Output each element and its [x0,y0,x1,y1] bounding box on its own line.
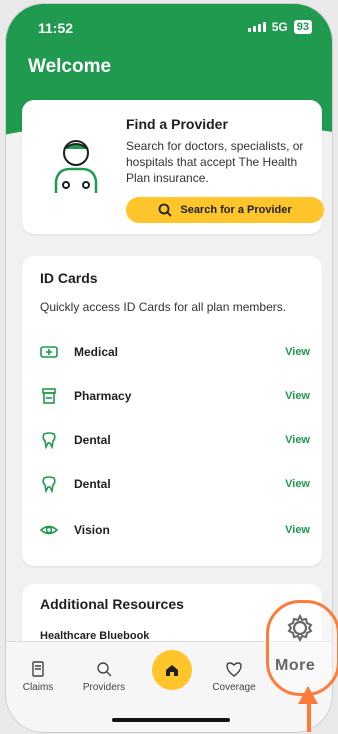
row-label: Vision [74,523,110,537]
id-cards-description: Quickly access ID Cards for all plan mem… [40,300,287,314]
status-bar: 11:52 5G 93 [28,14,312,36]
tooth-icon [42,476,56,493]
nav-label: Providers [82,682,126,693]
row-label: Dental [74,433,111,447]
id-card-row-dental-2[interactable]: Dental View [22,462,322,506]
battery-icon: 93 [293,20,312,34]
network-label: 5G [271,20,288,34]
view-link[interactable]: View [285,346,310,358]
nav-label: More [275,657,316,674]
nav-label: Claims [22,682,54,693]
find-provider-card: Find a Provider Search for doctors, spec… [22,100,324,234]
search-icon [158,203,172,217]
nav-coverage[interactable]: Coverage [208,660,260,693]
row-label: Dental [74,477,111,491]
heart-shield-icon [226,662,242,677]
view-link[interactable]: View [285,478,310,490]
page-title: Welcome [28,56,112,77]
claims-icon [32,661,44,677]
row-label: Medical [74,345,119,359]
status-right: 5G 93 [247,20,312,34]
tooth-icon [42,432,56,449]
view-link[interactable]: View [285,390,310,402]
resources-title: Additional Resources [40,596,184,612]
nav-providers[interactable]: Providers [78,660,130,693]
home-icon [166,665,178,676]
pharmacy-icon [42,388,56,404]
eye-icon [40,525,58,535]
nav-claims[interactable]: Claims [12,660,64,693]
id-card-row-pharmacy[interactable]: Pharmacy View [22,374,322,418]
signal-icon [247,22,266,32]
view-link[interactable]: View [285,524,310,536]
status-time: 11:52 [38,20,74,36]
provider-description: Search for doctors, specialists, or hosp… [126,139,304,185]
search-provider-label: Search for a Provider [180,204,292,216]
home-indicator [112,718,230,722]
nav-home[interactable] [152,650,192,690]
ambulance-icon [40,346,58,358]
provider-title: Find a Provider [126,116,228,132]
id-card-row-medical[interactable]: Medical View [22,330,322,374]
arrow-stem [307,702,311,732]
doctor-icon [54,140,98,193]
row-label: Pharmacy [74,389,132,403]
view-link[interactable]: View [285,434,310,446]
id-card-row-vision[interactable]: Vision View [22,508,322,552]
id-cards-title: ID Cards [40,270,98,286]
nav-more[interactable]: More [266,600,338,696]
search-icon [97,662,112,677]
id-cards-card: ID Cards Quickly access ID Cards for all… [22,256,322,566]
nav-label: Coverage [212,682,256,693]
id-card-row-dental[interactable]: Dental View [22,418,322,462]
gear-icon [287,613,313,643]
search-provider-button[interactable]: Search for a Provider [126,197,324,223]
